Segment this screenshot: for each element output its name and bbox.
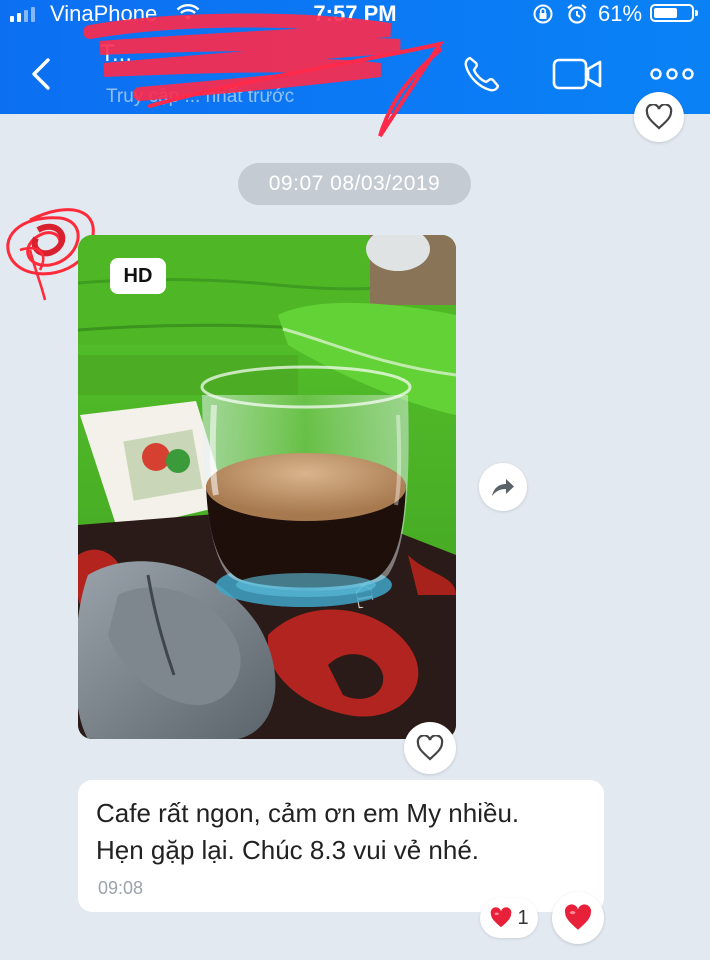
- reaction-count: 1: [517, 906, 529, 929]
- battery-percent: 61%: [598, 1, 643, 26]
- photo-image: TXL: [78, 235, 456, 739]
- phone-call-icon[interactable]: [460, 52, 504, 96]
- more-options-icon[interactable]: [646, 56, 698, 92]
- rotation-lock-icon: [533, 4, 553, 24]
- heart-filled-icon: [564, 904, 592, 930]
- reacted-like-button[interactable]: [552, 892, 604, 944]
- coffee-photo[interactable]: TXL: [78, 235, 456, 739]
- date-separator: 09:07 08/03/2019: [238, 163, 471, 205]
- like-photo-button[interactable]: [404, 722, 456, 774]
- share-button[interactable]: [479, 463, 527, 511]
- hd-badge: HD: [110, 258, 166, 294]
- back-arrow-icon[interactable]: [22, 54, 62, 94]
- heart-outline-icon: [416, 735, 444, 761]
- alarm-icon: [567, 4, 587, 24]
- reaction-count-badge[interactable]: 1: [480, 898, 538, 938]
- redaction-scribble: [83, 13, 445, 138]
- message-text-line-2: Hẹn gặp lại. Chúc 8.3 vui vẻ nhé.: [96, 835, 480, 865]
- like-button[interactable]: [634, 92, 684, 142]
- message-bubble[interactable]: Cafe rất ngon, cảm ơn em My nhiều. Hẹn g…: [78, 780, 604, 912]
- heart-outline-icon: [645, 104, 673, 130]
- message-time: 09:08: [98, 878, 144, 898]
- forward-arrow-icon: [492, 479, 514, 496]
- battery-icon: [650, 4, 698, 22]
- message-text-line-1: Cafe rất ngon, cảm ơn em My nhiều.: [96, 798, 520, 828]
- heart-icon: [491, 907, 512, 928]
- video-call-icon[interactable]: [550, 52, 606, 96]
